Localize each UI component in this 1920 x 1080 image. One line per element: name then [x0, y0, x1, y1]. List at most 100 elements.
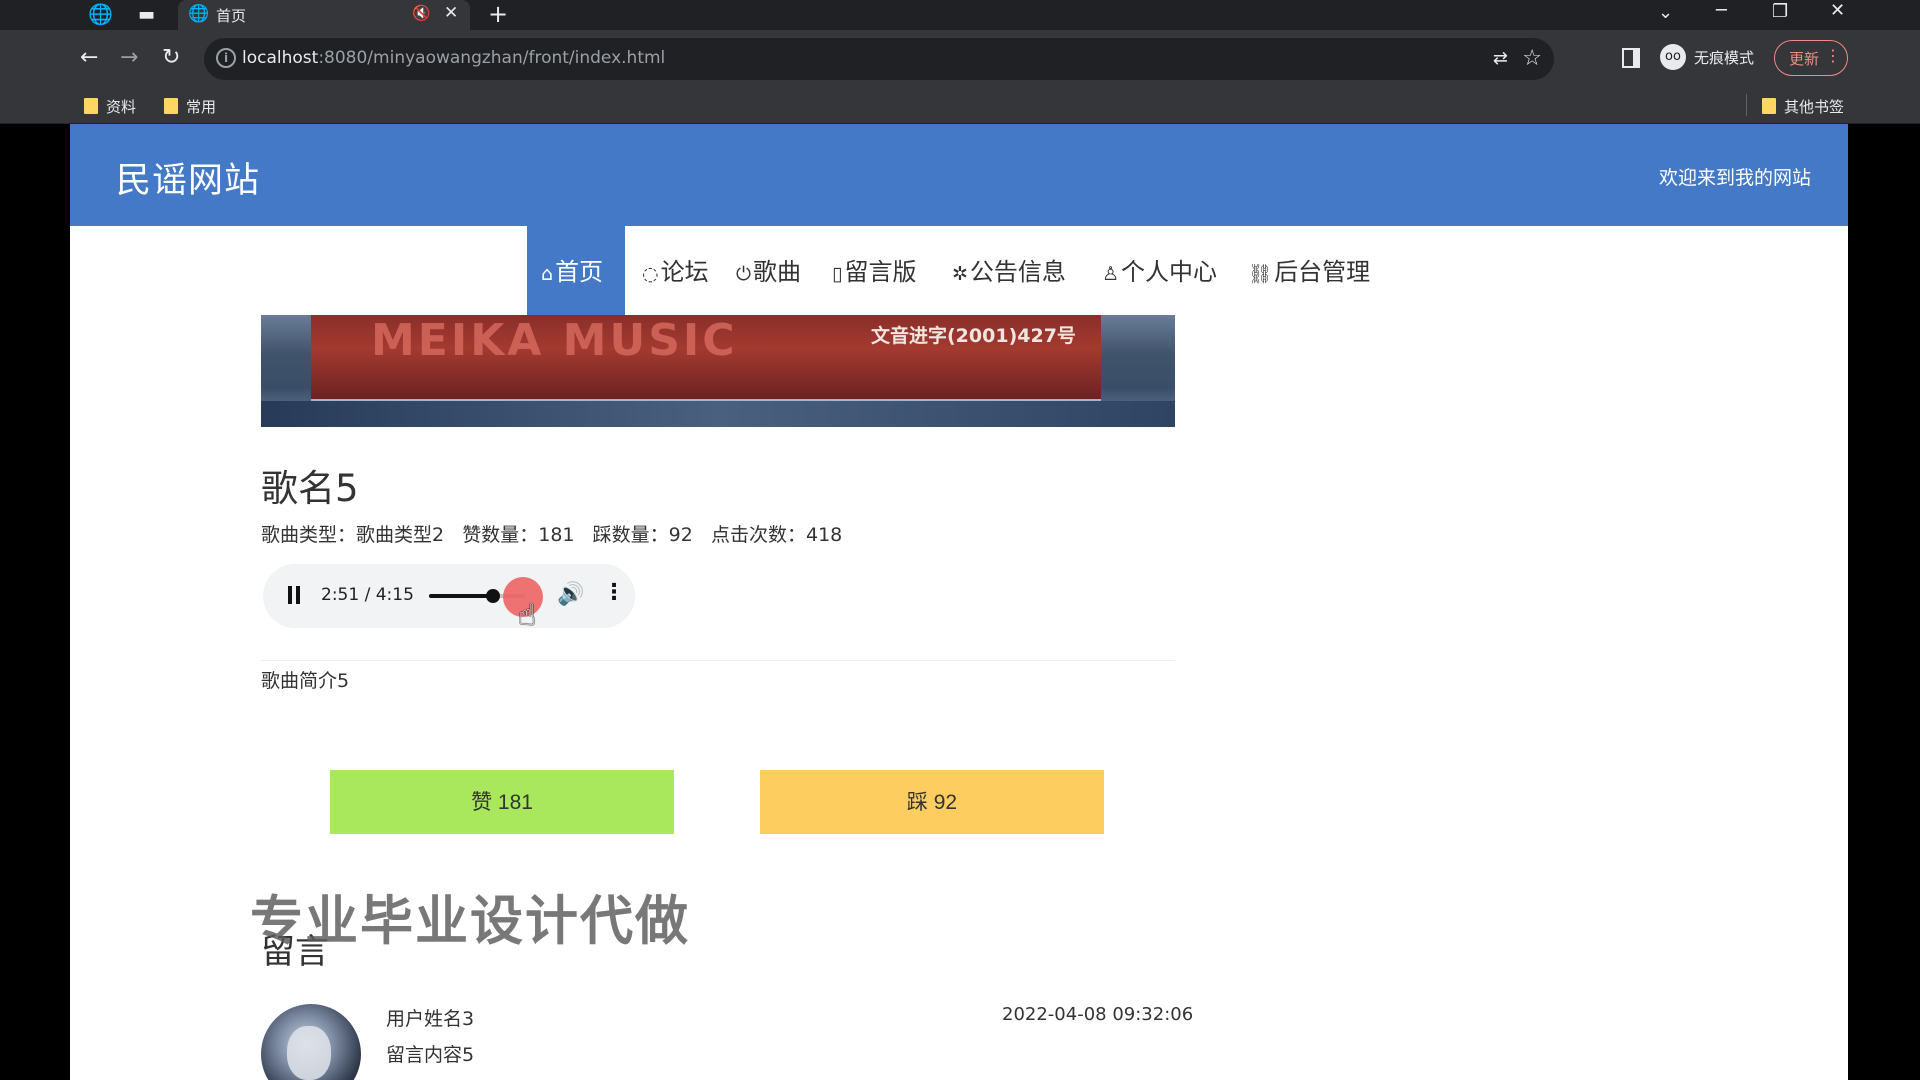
- comment-content: 留言内容5: [386, 1044, 475, 1066]
- browser-chrome: 🌐 ▬ 🌐 首页 🔇 ✕ + ⌄ ─ ❐ ✕ ← → ↻ i localhost…: [0, 0, 1920, 124]
- mouse-cursor-icon: ☝: [518, 598, 537, 633]
- main-nav: ⌂首页 ◌论坛 ⏻歌曲 ▯留言版 ✲公告信息 ♙个人中心 ⛓后台管理: [70, 226, 1848, 318]
- incognito-icon[interactable]: oo: [1660, 44, 1686, 70]
- bookmark-label: 资料: [106, 98, 137, 116]
- cover-brand-text: MEIKA MUSIC: [371, 315, 738, 366]
- restore-icon[interactable]: ❐: [1772, 1, 1788, 22]
- nav-profile[interactable]: ♙个人中心: [1102, 226, 1217, 318]
- avatar: [261, 1004, 361, 1080]
- url-path: :8080/minyaowangzhan/front/index.html: [318, 48, 666, 68]
- nav-songs[interactable]: ⏻歌曲: [736, 226, 801, 318]
- dislike-button[interactable]: 踩 92: [760, 770, 1104, 834]
- incognito-label: 无痕模式: [1694, 49, 1755, 67]
- nav-announcements[interactable]: ✲公告信息: [952, 226, 1066, 318]
- avatar-face: [287, 1026, 331, 1080]
- link-icon: ⛓: [1248, 263, 1273, 285]
- chat-icon: ◌: [642, 263, 659, 285]
- bookmarks-bar: 资料 常用 其他书签: [0, 88, 1920, 124]
- mute-icon[interactable]: 🔇: [412, 4, 431, 22]
- folder-icon: [1762, 98, 1776, 114]
- menu-dots-icon[interactable]: ⋮: [1825, 46, 1841, 65]
- song-intro: 歌曲简介5: [261, 670, 350, 692]
- note-icon: ▯: [832, 263, 843, 285]
- more-options-icon[interactable]: ⋮: [603, 580, 625, 605]
- progress-thumb[interactable]: [486, 589, 500, 603]
- playback-time: 2:51 / 4:15: [321, 585, 414, 605]
- close-tab-icon[interactable]: ✕: [444, 3, 458, 23]
- other-bookmarks[interactable]: 其他书签: [1762, 96, 1844, 117]
- likes-label: 赞数量：: [462, 524, 539, 546]
- dislikes-label: 踩数量：: [592, 524, 669, 546]
- tab-title: 首页: [216, 7, 247, 25]
- info-icon[interactable]: i: [216, 48, 236, 68]
- nav-guestbook[interactable]: ▯留言版: [832, 226, 916, 318]
- comment-user: 用户姓名3: [386, 1008, 475, 1030]
- nav-admin[interactable]: ⛓后台管理: [1248, 226, 1370, 318]
- song-cover-image: MEIKA MUSIC 文音进字(2001)427号: [261, 315, 1175, 427]
- progress-fill: [429, 594, 493, 598]
- forward-icon[interactable]: →: [120, 45, 138, 70]
- tab-favicon-icon: 🌐: [188, 4, 210, 24]
- page-viewport: 民谣网站 欢迎来到我的网站 ⌂首页 ◌论坛 ⏻歌曲 ▯留言版 ✲公告信息 ♙个人…: [70, 124, 1848, 1080]
- nav-label: 歌曲: [753, 258, 802, 286]
- tab-list-icon[interactable]: ⌄: [1658, 2, 1673, 23]
- bookmark-label: 其他书签: [1784, 98, 1845, 116]
- site-title[interactable]: 民谣网站: [116, 152, 260, 203]
- folder-icon: [84, 98, 98, 114]
- section-divider: [261, 660, 1175, 661]
- bookmark-folder-changyong[interactable]: 常用: [164, 96, 216, 117]
- bookmark-label: 常用: [186, 98, 217, 116]
- song-meta: 歌曲类型：歌曲类型2 赞数量：181 踩数量：92 点击次数：418: [261, 520, 842, 547]
- bookmark-star-icon[interactable]: ☆: [1522, 46, 1542, 71]
- new-tab-icon[interactable]: +: [488, 0, 508, 28]
- tab-home[interactable]: 🌐 首页 🔇 ✕: [178, 0, 470, 30]
- update-button[interactable]: 更新 ⋮: [1774, 40, 1848, 76]
- back-icon[interactable]: ←: [80, 45, 98, 70]
- dislikes-value: 92: [668, 524, 693, 546]
- type-label: 歌曲类型：: [261, 524, 357, 546]
- url-host: localhost: [242, 48, 319, 68]
- nav-home[interactable]: ⌂首页: [527, 226, 625, 318]
- cover-license-text: 文音进字(2001)427号: [871, 325, 1076, 347]
- nav-label: 首页: [555, 258, 604, 286]
- comment-date: 2022-04-08 09:32:06: [1002, 1004, 1194, 1025]
- user-icon: ♙: [1102, 263, 1120, 285]
- tab-search-icon[interactable]: ▬: [138, 4, 155, 25]
- nav-label: 公告信息: [969, 258, 1066, 286]
- song-title: 歌名5: [261, 467, 359, 510]
- welcome-text: 欢迎来到我的网站: [1658, 167, 1811, 189]
- volume-icon[interactable]: 🔊: [557, 582, 584, 607]
- update-label: 更新: [1789, 50, 1820, 68]
- reload-icon[interactable]: ↻: [162, 45, 180, 70]
- close-window-icon[interactable]: ✕: [1830, 0, 1845, 21]
- nav-label: 后台管理: [1274, 258, 1371, 286]
- watermark-text: 专业毕业设计代做: [250, 891, 690, 952]
- nav-label: 留言版: [844, 258, 917, 286]
- globe-icon[interactable]: 🌐: [88, 2, 113, 26]
- url-text[interactable]: localhost:8080/minyaowangzhan/front/inde…: [242, 48, 665, 68]
- audio-player: 2:51 / 4:15 🔊 ⋮: [263, 564, 635, 628]
- screen-edge: [1848, 124, 1920, 1080]
- power-icon: ⏻: [736, 263, 752, 285]
- folder-icon: [164, 98, 178, 114]
- tab-bar: 🌐 ▬ 🌐 首页 🔇 ✕ + ⌄ ─ ❐ ✕: [0, 0, 1920, 30]
- type-value: 歌曲类型2: [356, 524, 445, 546]
- address-bar[interactable]: i localhost:8080/minyaowangzhan/front/in…: [204, 38, 1554, 80]
- minimize-icon[interactable]: ─: [1716, 0, 1727, 21]
- nav-label: 论坛: [660, 258, 709, 286]
- like-button[interactable]: 赞 181: [330, 770, 674, 834]
- site-header: 民谣网站 欢迎来到我的网站: [70, 124, 1848, 226]
- bookmarks-divider: [1746, 94, 1747, 116]
- nav-label: 个人中心: [1121, 258, 1218, 286]
- cover-strip: [261, 401, 1175, 427]
- nav-forum[interactable]: ◌论坛: [642, 226, 709, 318]
- bookmark-folder-ziliao[interactable]: 资料: [84, 96, 136, 117]
- translate-icon[interactable]: ⇄: [1493, 48, 1508, 69]
- home-icon: ⌂: [541, 263, 554, 285]
- side-panel-icon[interactable]: [1622, 48, 1640, 68]
- browser-toolbar: ← → ↻ i localhost:8080/minyaowangzhan/fr…: [0, 30, 1920, 88]
- loading-icon: ✲: [952, 263, 968, 285]
- likes-value: 181: [538, 524, 575, 546]
- pause-icon[interactable]: [287, 586, 301, 604]
- clicks-label: 点击次数：: [710, 524, 806, 546]
